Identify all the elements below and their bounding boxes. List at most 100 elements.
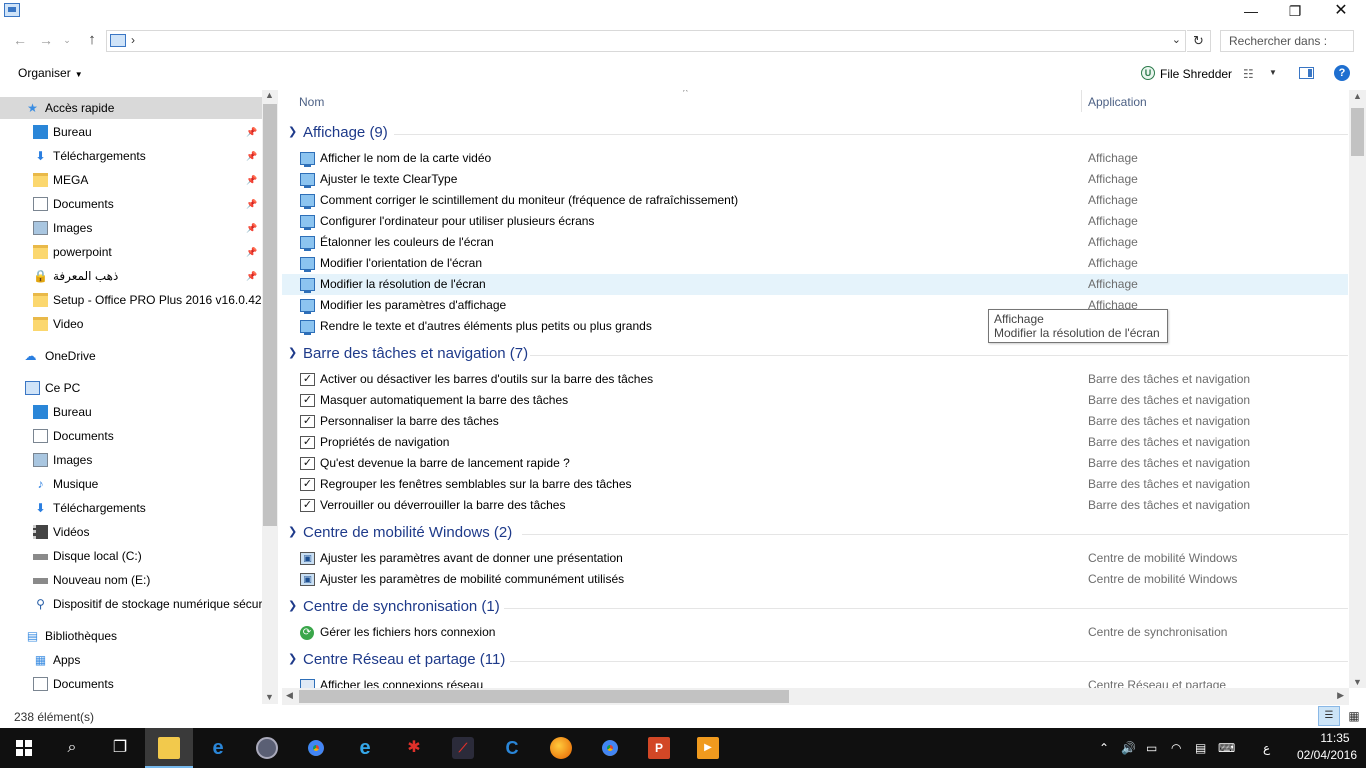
nav-quick-item[interactable]: Documents 📌 [0, 193, 262, 215]
file-explorer-icon[interactable] [145, 728, 193, 768]
chevron-down-icon[interactable]: ❯ [288, 346, 297, 359]
nav-this-pc[interactable]: Ce PC [0, 377, 262, 399]
scroll-thumb[interactable] [263, 104, 277, 526]
nav-pc-item[interactable]: Documents [0, 425, 262, 447]
list-item[interactable]: Ajuster le texte ClearType Affichage [282, 169, 1348, 190]
chrome-icon[interactable] [292, 728, 340, 768]
group-header[interactable]: ❯ Barre des tâches et navigation (7) [282, 341, 1348, 367]
nav-lib-item[interactable]: ▦ Apps [0, 649, 262, 671]
list-item[interactable]: ✓ Masquer automatiquement la barre des t… [282, 390, 1348, 411]
list-item[interactable]: ⟳ Gérer les fichiers hors connexion Cent… [282, 622, 1348, 643]
content-vertical-scrollbar[interactable]: ▲ ▼ [1349, 90, 1366, 688]
help-icon[interactable]: ? [1334, 65, 1350, 81]
file-shredder-button[interactable]: File Shredder [1160, 67, 1232, 81]
battery-icon[interactable]: ▭ [1146, 728, 1157, 768]
preview-pane-icon[interactable] [1299, 67, 1314, 79]
file-shredder-icon[interactable]: U [1141, 66, 1155, 80]
list-item[interactable]: Afficher le nom de la carte vidéo Affich… [282, 148, 1348, 169]
list-item[interactable]: ▣ Ajuster les paramètres de mobilité com… [282, 569, 1348, 590]
view-options-icon[interactable]: ☷ [1243, 67, 1254, 81]
up-button[interactable]: ↑ [82, 30, 102, 50]
list-item[interactable]: Comment corriger le scintillement du mon… [282, 190, 1348, 211]
list-item[interactable]: ▣ Ajuster les paramètres avant de donner… [282, 548, 1348, 569]
address-bar[interactable]: › ⌄ [106, 30, 1186, 52]
nav-quick-item[interactable]: ⬇ Téléchargements 📌 [0, 145, 262, 167]
show-hidden-icons[interactable]: ⌃ [1099, 728, 1109, 768]
nav-quick-item[interactable]: Video [0, 313, 262, 335]
content-horizontal-scrollbar[interactable]: ◀ ▶ [282, 688, 1349, 705]
start-button[interactable] [0, 728, 48, 768]
clock-date[interactable]: 02/04/2016 [1292, 748, 1362, 762]
nav-libraries[interactable]: ▤ Bibliothèques [0, 625, 262, 647]
list-item[interactable]: ✓ Regrouper les fenêtres semblables sur … [282, 474, 1348, 495]
details-view-button[interactable]: ☰ [1318, 706, 1340, 726]
scroll-thumb[interactable] [1351, 108, 1364, 156]
media-player-icon[interactable]: ▶ [684, 728, 732, 768]
view-dropdown-icon[interactable]: ▼ [1269, 68, 1277, 77]
powerpoint-icon[interactable]: P [635, 728, 683, 768]
nav-pc-item[interactable]: Disque local (C:) [0, 545, 262, 567]
wifi-icon[interactable]: ◠ [1171, 728, 1181, 768]
nav-quick-access[interactable]: ★ Accès rapide [0, 97, 262, 119]
close-button[interactable]: ✕ [1318, 0, 1364, 24]
nav-quick-item[interactable]: MEGA 📌 [0, 169, 262, 191]
forward-button[interactable]: → [36, 30, 56, 50]
edge-icon[interactable]: e [194, 728, 242, 768]
app-sphere-icon[interactable] [243, 728, 291, 768]
list-item[interactable]: ✓ Activer ou désactiver les barres d'out… [282, 369, 1348, 390]
list-item[interactable]: ✓ Propriétés de navigation Barre des tâc… [282, 432, 1348, 453]
list-item[interactable]: ✓ Qu'est devenue la barre de lancement r… [282, 453, 1348, 474]
nav-pc-item[interactable]: Images [0, 449, 262, 471]
group-header[interactable]: ❯ Centre de mobilité Windows (2) [282, 520, 1348, 546]
chevron-down-icon[interactable]: ❯ [288, 125, 297, 138]
firefox-icon[interactable] [537, 728, 585, 768]
minimize-button[interactable]: — [1228, 0, 1274, 24]
nav-quick-item[interactable]: Setup - Office PRO Plus 2016 v16.0.4266 [0, 289, 262, 311]
chevron-down-icon[interactable]: ❯ [288, 652, 297, 665]
nav-pane-scrollbar[interactable]: ▲ ▼ [262, 90, 278, 704]
media-app-icon[interactable]: ⟋ [439, 728, 487, 768]
nav-pc-item[interactable]: Bureau [0, 401, 262, 423]
group-header[interactable]: ❯ Centre Réseau et partage (11) [282, 647, 1348, 673]
breadcrumb-chevron-icon[interactable]: › [131, 33, 135, 47]
scroll-up-icon[interactable]: ▲ [265, 90, 274, 100]
chrome-icon[interactable] [586, 728, 634, 768]
list-item[interactable]: ✓ Personnaliser la barre des tâches Barr… [282, 411, 1348, 432]
list-item[interactable]: Étalonner les couleurs de l'écran Affich… [282, 232, 1348, 253]
nav-quick-item[interactable]: Bureau 📌 [0, 121, 262, 143]
input-language[interactable]: ع [1263, 728, 1270, 768]
organiser-button[interactable]: Organiser ▼ [18, 66, 83, 80]
list-item[interactable]: Afficher les connexions réseau Centre Ré… [282, 675, 1348, 688]
back-button[interactable]: ← [10, 30, 30, 50]
nav-pc-item[interactable]: ♪ Musique [0, 473, 262, 495]
scroll-down-icon[interactable]: ▼ [1353, 677, 1362, 687]
keyboard-icon[interactable]: ⌨ [1218, 728, 1235, 768]
list-item[interactable]: Rendre le texte et d'autres éléments plu… [282, 316, 1348, 337]
list-item[interactable]: Configurer l'ordinateur pour utiliser pl… [282, 211, 1348, 232]
list-item[interactable]: Modifier la résolution de l'écran Affich… [282, 274, 1348, 295]
clock-time[interactable]: 11:35 [1310, 731, 1360, 745]
security-app-icon[interactable]: ✱ [390, 728, 438, 768]
internet-explorer-icon[interactable]: e [341, 728, 389, 768]
nav-pc-item[interactable]: Vidéos [0, 521, 262, 543]
list-item[interactable]: Modifier les paramètres d'affichage Affi… [282, 295, 1348, 316]
scroll-thumb[interactable] [299, 690, 789, 703]
restore-button[interactable]: ❐ [1272, 0, 1318, 24]
notifications-icon[interactable]: ▤ [1195, 728, 1206, 768]
ccleaner-icon[interactable]: C [488, 728, 536, 768]
nav-lib-item[interactable]: Documents [0, 673, 262, 695]
large-icons-view-button[interactable]: ▦ [1344, 706, 1364, 726]
nav-onedrive[interactable]: ☁ OneDrive [0, 345, 262, 367]
scroll-left-icon[interactable]: ◀ [286, 690, 293, 701]
search-input[interactable] [1220, 30, 1354, 52]
volume-icon[interactable]: 🔊 [1121, 728, 1136, 768]
nav-quick-item[interactable]: 🔒 ذهب المعرفة 📌 [0, 265, 262, 287]
nav-pc-item[interactable]: ⚲ Dispositif de stockage numérique sécur [0, 593, 262, 615]
scroll-right-icon[interactable]: ▶ [1337, 690, 1344, 701]
nav-pc-item[interactable]: ⬇ Téléchargements [0, 497, 262, 519]
refresh-button[interactable]: ↻ [1187, 30, 1211, 52]
address-dropdown-icon[interactable]: ⌄ [1172, 33, 1181, 46]
scroll-up-icon[interactable]: ▲ [1353, 91, 1362, 101]
chevron-down-icon[interactable]: ❯ [288, 599, 297, 612]
column-separator[interactable] [1081, 90, 1082, 112]
